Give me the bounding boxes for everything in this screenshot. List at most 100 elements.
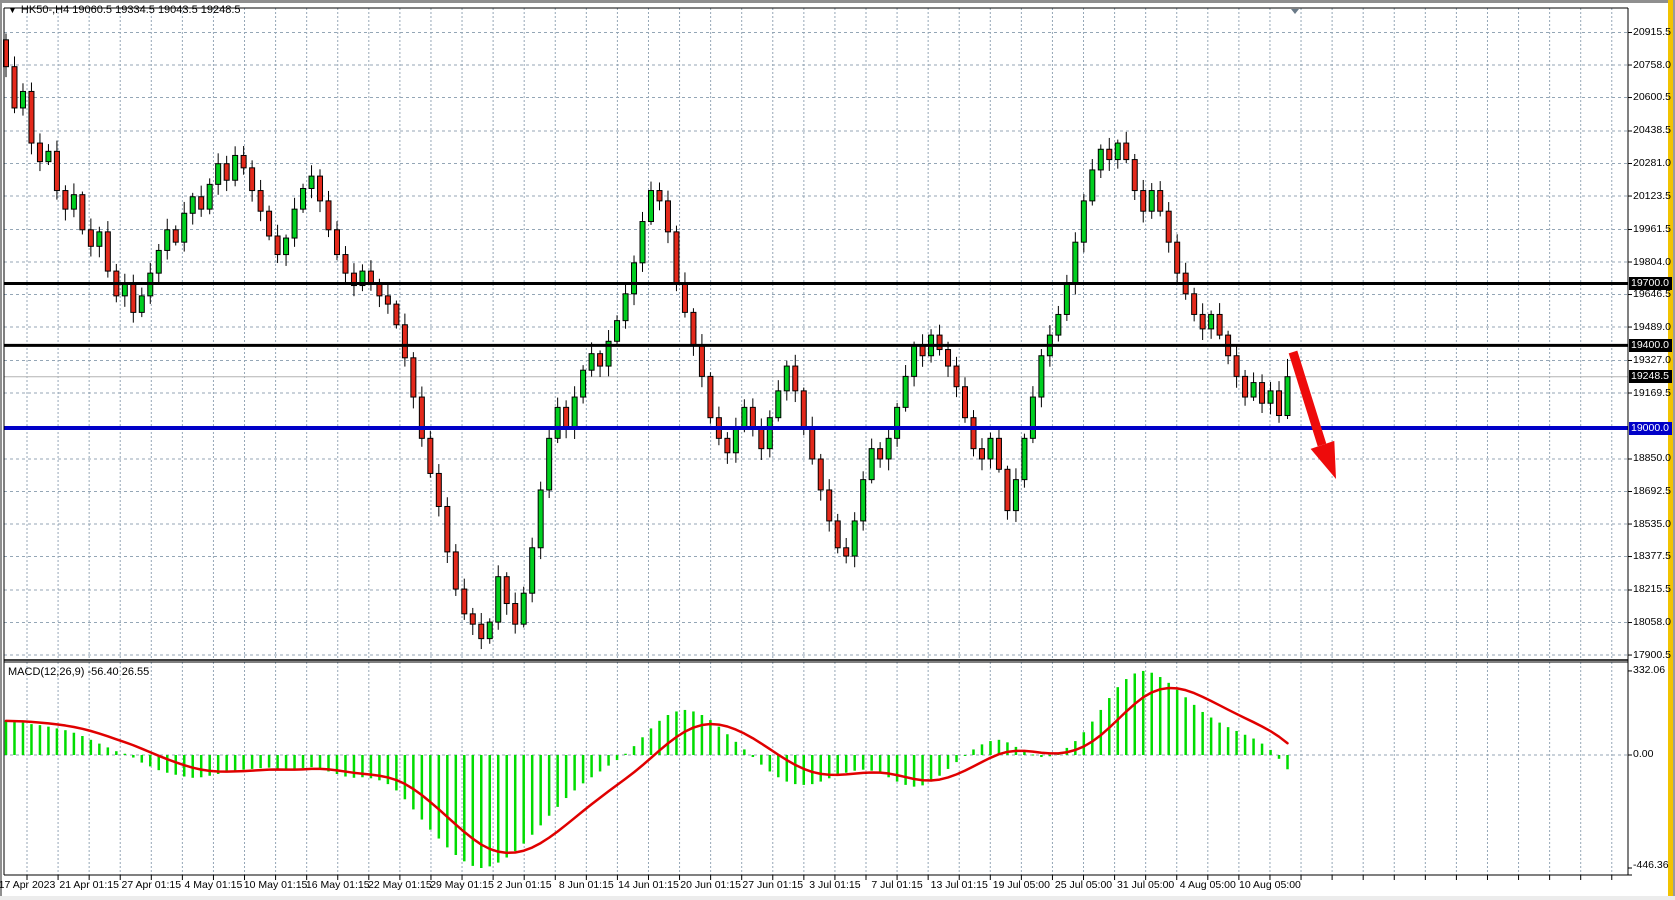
macd-histogram-bar: [947, 755, 950, 769]
symbol-dropdown-icon[interactable]: ▼: [8, 5, 17, 15]
candle-down: [937, 335, 942, 349]
candle-down: [241, 155, 246, 167]
macd-histogram-bar: [22, 723, 25, 755]
candle-up: [852, 521, 857, 556]
macd-histogram-bar: [870, 755, 873, 771]
macd-histogram-bar: [1210, 718, 1213, 755]
candle-down: [564, 407, 569, 428]
macd-histogram-bar: [701, 715, 704, 755]
candle-down: [37, 143, 42, 162]
macd-histogram-bar: [675, 711, 678, 755]
price-axis-label: 18377.5: [1633, 550, 1671, 563]
macd-histogram-bar: [650, 728, 653, 755]
macd-histogram-bar: [293, 755, 296, 770]
candle-down: [835, 521, 840, 548]
macd-histogram-bar: [938, 755, 941, 776]
macd-histogram-bar: [1100, 710, 1103, 755]
candle-up: [496, 577, 501, 622]
scroll-position-marker[interactable]: [1291, 9, 1299, 14]
macd-histogram-bar: [836, 755, 839, 775]
candle-down: [708, 376, 713, 417]
candle-down: [1132, 160, 1137, 191]
candle-up: [861, 480, 866, 521]
chart-canvas[interactable]: [0, 0, 1675, 900]
macd-histogram-bar: [752, 755, 755, 757]
candle-down: [979, 449, 984, 459]
macd-histogram-bar: [904, 755, 907, 785]
macd-histogram-bar: [853, 755, 856, 771]
macd-histogram-bar: [107, 747, 110, 755]
macd-histogram-bar: [412, 755, 415, 809]
time-axis-label: 27 Apr 01:15: [122, 879, 182, 891]
down-arrow-shaft: [1293, 352, 1322, 445]
candle-down: [105, 232, 110, 271]
candle-up: [1098, 149, 1103, 170]
candle-down: [691, 312, 696, 345]
time-axis-label: 4 Aug 05:00: [1180, 879, 1236, 891]
window-top-edge: [0, 0, 1675, 3]
candle-up: [776, 391, 781, 418]
macd-histogram-bar: [1261, 744, 1264, 755]
candle-up: [20, 91, 25, 108]
candle-down: [920, 345, 925, 355]
macd-histogram-bar: [743, 749, 746, 755]
macd-histogram-bar: [1184, 697, 1187, 755]
macd-histogram-bar: [1083, 732, 1086, 755]
price-axis-label: 17900.5: [1633, 649, 1671, 662]
macd-histogram-bar: [548, 755, 551, 816]
macd-histogram-bar: [1125, 679, 1128, 755]
macd-histogram-bar: [463, 755, 466, 861]
time-axis-label: 29 May 01:15: [430, 879, 494, 891]
candle-down: [1005, 469, 1010, 510]
macd-histogram-bar: [607, 755, 610, 766]
macd-histogram-bar: [1049, 755, 1052, 756]
candle-down: [326, 201, 331, 230]
macd-histogram-bar: [1032, 754, 1035, 755]
candle-down: [682, 283, 687, 312]
macd-histogram-bar: [582, 755, 585, 783]
down-arrow-head: [1311, 441, 1336, 479]
macd-histogram-bar: [141, 755, 144, 763]
price-axis-label: 19804.0: [1633, 256, 1671, 269]
price-axis-label: 19961.5: [1633, 223, 1671, 236]
macd-histogram-bar: [531, 755, 534, 835]
candle-up: [1209, 314, 1214, 328]
candle-up: [487, 622, 492, 639]
candle-up: [301, 188, 306, 209]
symbol-label: HK50-,H4: [21, 4, 69, 16]
chart-window: ▼HK50-,H4 19060.5 19334.5 19043.5 19248.…: [0, 0, 1675, 900]
macd-histogram-bar: [1150, 673, 1153, 755]
macd-histogram-bar: [276, 755, 279, 769]
candle-up: [156, 250, 161, 273]
macd-histogram-bar: [1193, 705, 1196, 755]
candle-down: [63, 191, 68, 210]
candle-up: [538, 490, 543, 548]
macd-histogram-bar: [285, 755, 288, 770]
macd-histogram-bar: [208, 755, 211, 776]
candle-down: [428, 438, 433, 473]
candle-up: [1081, 201, 1086, 242]
candle-up: [1039, 356, 1044, 397]
candle-down: [267, 211, 272, 236]
candle-down: [54, 151, 59, 190]
time-axis-label: 3 Jul 01:15: [809, 879, 860, 891]
candle-up: [912, 345, 917, 376]
macd-histogram-bar: [90, 740, 93, 755]
candle-up: [547, 438, 552, 490]
macd-histogram-bar: [1201, 712, 1204, 755]
macd-histogram-bar: [472, 755, 475, 866]
candle-up: [1251, 383, 1256, 397]
candle-down: [29, 91, 34, 143]
macd-indicator-label: MACD(12,26,9) -56.40 26.55: [8, 666, 149, 678]
candle-down: [368, 271, 373, 283]
macd-histogram-bar: [497, 755, 500, 863]
candle-down: [1260, 383, 1265, 404]
time-axis-label: 7 Jul 01:15: [871, 879, 922, 891]
macd-histogram-bar: [989, 741, 992, 755]
candle-down: [224, 164, 229, 181]
macd-axis-zero: 0.00: [1633, 748, 1653, 761]
candle-down: [411, 358, 416, 397]
macd-histogram-bar: [429, 755, 432, 830]
candle-up: [1115, 143, 1120, 160]
macd-histogram-bar: [132, 755, 135, 758]
